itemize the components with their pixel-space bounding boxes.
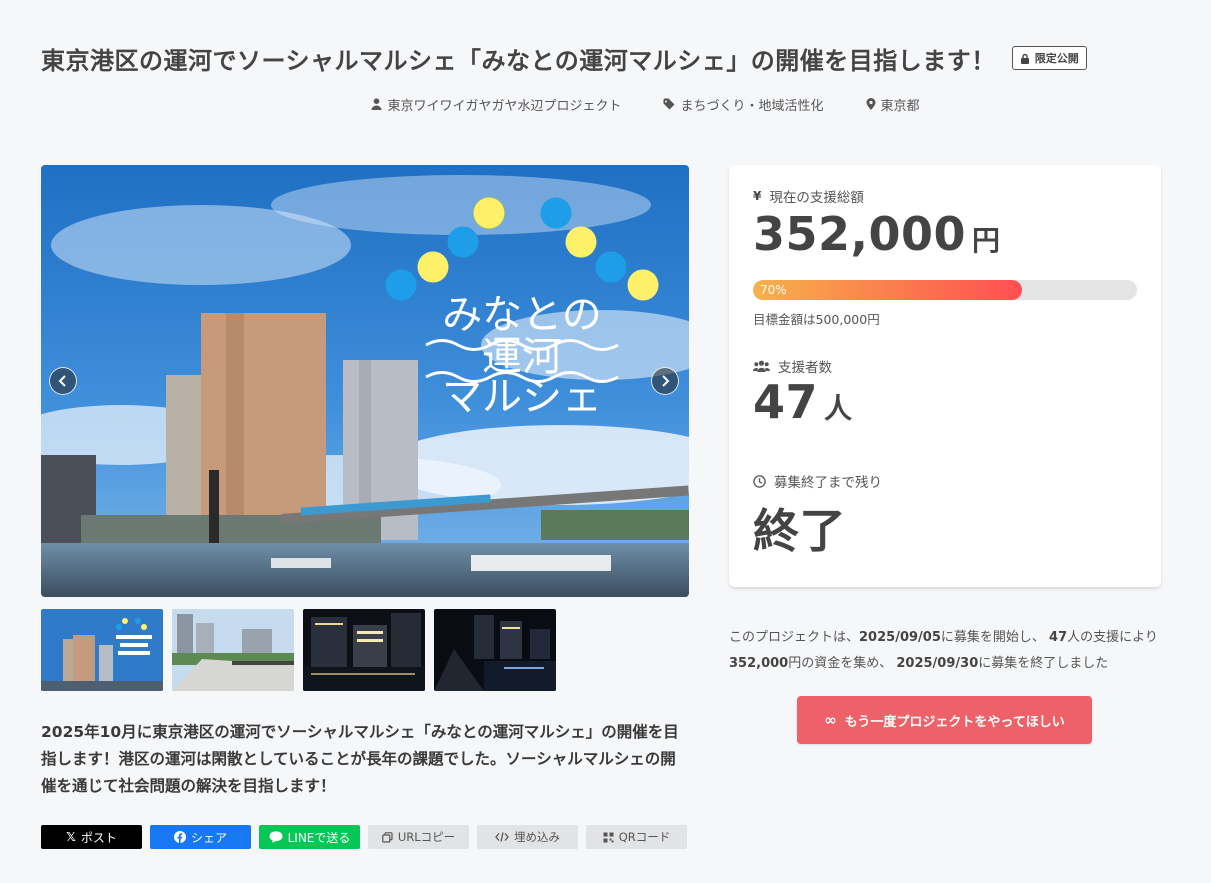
limited-public-badge: 限定公開	[1011, 46, 1087, 70]
copy-url-button[interactable]: URLコピー	[368, 825, 469, 849]
supporters-value: 47	[753, 375, 819, 429]
carousel-prev-button[interactable]	[49, 367, 77, 395]
remaining-label: 募集終了まで残り	[753, 471, 882, 491]
result-supporters: 47	[1049, 630, 1068, 645]
infinity-icon: ∞	[824, 711, 837, 729]
total-amount-label-text: 現在の支援総額	[769, 190, 864, 206]
qr-code-icon	[603, 832, 614, 842]
thumbnail-3[interactable]	[303, 609, 425, 691]
owner-name: 東京ワイワイガヤガヤ水辺プロジェクト	[387, 98, 622, 114]
location-label: 東京都	[880, 98, 920, 114]
share-line-button[interactable]: LINEで送る	[259, 825, 360, 849]
goal-amount: 目標金額は500,000円	[753, 312, 880, 327]
users-icon	[753, 360, 770, 372]
page-title: 東京港区の運河でソーシャルマルシェ「みなとの運河マルシェ」の開催を目指します！	[41, 46, 996, 75]
x-logo-icon: 𝕏	[66, 830, 76, 844]
facebook-icon	[173, 831, 186, 843]
map-pin-icon	[866, 98, 875, 110]
lock-icon	[1020, 53, 1029, 64]
thumbnail-4[interactable]	[434, 609, 556, 691]
funding-progress-bar: 70%	[753, 280, 1137, 300]
copy-icon	[382, 831, 393, 843]
total-amount-value: 352,000	[753, 207, 967, 261]
title-row: 東京港区の運河でソーシャルマルシェ「みなとの運河マルシェ」の開催を目指します！ …	[41, 40, 1161, 76]
result-start-date: 2025/09/05	[859, 630, 941, 645]
badge-label: 限定公開	[1034, 52, 1079, 65]
qr-code-button[interactable]: QRコード	[586, 825, 687, 849]
result-text-1: このプロジェクトは、	[729, 630, 860, 645]
thumbnail-strip	[41, 609, 556, 691]
chevron-left-icon	[58, 375, 66, 387]
hero-logo-line-3: マルシェ	[442, 374, 602, 420]
funding-progress-label: 70%	[760, 283, 787, 297]
embed-button[interactable]: 埋め込み	[477, 825, 578, 849]
project-category[interactable]: まちづくり・地域活性化	[663, 93, 824, 115]
funding-stats-panel: ¥ 現在の支援総額 352,000 円 70% 目標金額は500,000円 支援…	[729, 165, 1161, 587]
share-buttons: 𝕏 ポスト シェア LINEで送る URLコピー 埋め込み QRコード	[41, 825, 687, 849]
result-amount: 352,000	[729, 656, 789, 671]
request-again-button[interactable]: ∞ もう一度プロジェクトをやってほしい	[797, 696, 1092, 744]
result-text-5: に募集を終了しました	[978, 656, 1109, 671]
share-x-label: ポスト	[80, 830, 117, 845]
project-meta: 東京ワイワイガヤガヤ水辺プロジェクト まちづくり・地域活性化 東京都	[0, 93, 1211, 115]
yen-icon: ¥	[753, 189, 762, 203]
result-text-3: 人の支援により	[1067, 630, 1158, 645]
user-icon	[371, 98, 382, 110]
request-again-label: もう一度プロジェクトをやってほしい	[844, 714, 1065, 730]
remaining-label-text: 募集終了まで残り	[774, 475, 882, 491]
result-end-date: 2025/09/30	[896, 656, 979, 671]
total-amount: 352,000 円	[753, 207, 1000, 261]
clock-icon	[753, 474, 766, 488]
project-location[interactable]: 東京都	[866, 93, 920, 115]
project-summary: 2025年10月に東京港区の運河でソーシャルマルシェ「みなとの運河マルシェ」の開…	[41, 723, 679, 795]
total-amount-unit: 円	[972, 224, 1001, 257]
qr-code-label: QRコード	[618, 830, 671, 844]
embed-label: 埋め込み	[514, 830, 560, 844]
supporters-label: 支援者数	[753, 356, 832, 376]
project-owner[interactable]: 東京ワイワイガヤガヤ水辺プロジェクト	[371, 93, 621, 115]
share-line-label: LINEで送る	[287, 830, 351, 845]
result-text-4: 円の資金を集め、	[788, 656, 893, 671]
tag-icon	[663, 98, 675, 110]
thumbnail-1[interactable]	[41, 609, 163, 691]
category-label: まちづくり・地域活性化	[680, 98, 824, 114]
line-icon	[269, 831, 283, 843]
hero-logo-line-1: みなとの	[442, 292, 602, 338]
share-facebook-label: シェア	[190, 830, 227, 845]
thumbnail-2[interactable]	[172, 609, 294, 691]
hero-image: みなとの 運河 マルシェ	[41, 165, 689, 597]
total-amount-label: ¥ 現在の支援総額	[753, 186, 864, 206]
supporters-count: 47 人	[753, 375, 852, 429]
copy-url-label: URLコピー	[397, 830, 456, 844]
share-facebook-button[interactable]: シェア	[150, 825, 251, 849]
chevron-right-icon	[662, 375, 670, 387]
result-text-2: に募集を開始し、	[940, 630, 1045, 645]
funding-progress-fill: 70%	[753, 280, 1022, 300]
supporters-unit: 人	[824, 392, 853, 425]
supporters-label-text: 支援者数	[778, 360, 832, 376]
project-result-text: このプロジェクトは、2025/09/05に募集を開始し、 47人の支援により 3…	[729, 625, 1161, 677]
remaining-value: 終了	[753, 504, 846, 558]
code-icon	[495, 832, 509, 842]
hero-photo: みなとの 運河 マルシェ	[41, 165, 689, 597]
remaining-time: 終了	[753, 495, 846, 561]
carousel-next-button[interactable]	[651, 367, 679, 395]
share-x-button[interactable]: 𝕏 ポスト	[41, 825, 142, 849]
